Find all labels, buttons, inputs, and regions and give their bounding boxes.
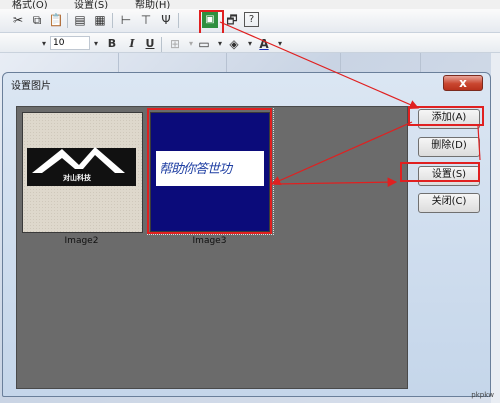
annotation-arrows bbox=[219, 21, 481, 187]
watermark: pkpkw bbox=[471, 391, 494, 399]
